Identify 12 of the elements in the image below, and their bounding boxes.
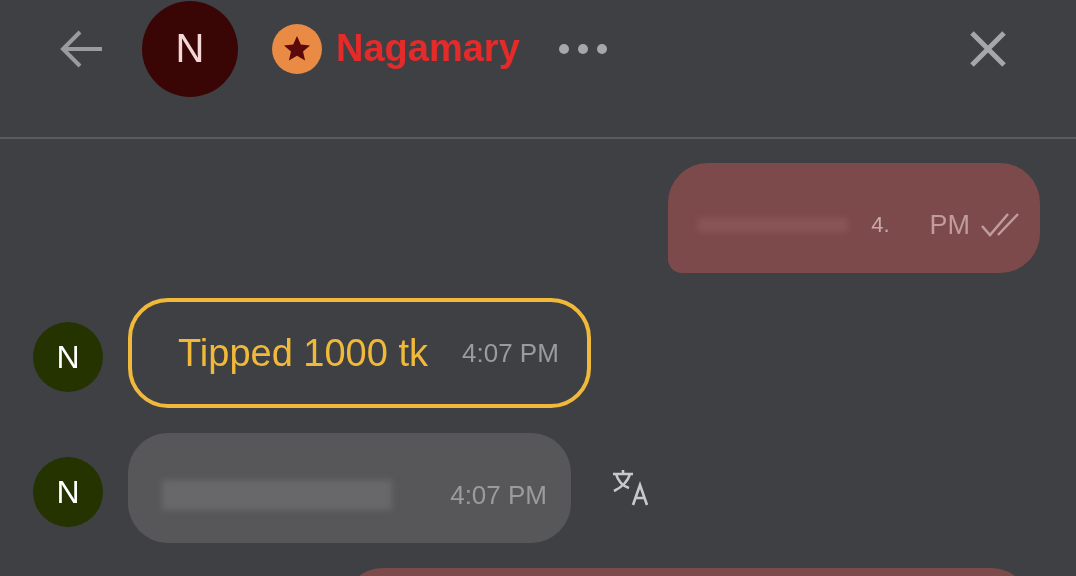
more-icon[interactable] — [557, 41, 608, 56]
sender-avatar[interactable]: N — [33, 322, 103, 392]
message-time: 4:07 PM — [462, 337, 559, 369]
translate-icon[interactable] — [611, 467, 651, 507]
close-icon[interactable] — [968, 28, 1008, 69]
sender-avatar[interactable]: N — [33, 457, 103, 527]
contact-avatar[interactable]: N — [142, 0, 238, 97]
contact-name: Nagamary — [336, 27, 520, 70]
message-fragment: 4. — [871, 212, 890, 238]
tip-text: Tipped 1000 tk — [178, 331, 428, 375]
message-time: 4:07 PM — [450, 479, 547, 511]
message-time: PM — [929, 209, 970, 241]
